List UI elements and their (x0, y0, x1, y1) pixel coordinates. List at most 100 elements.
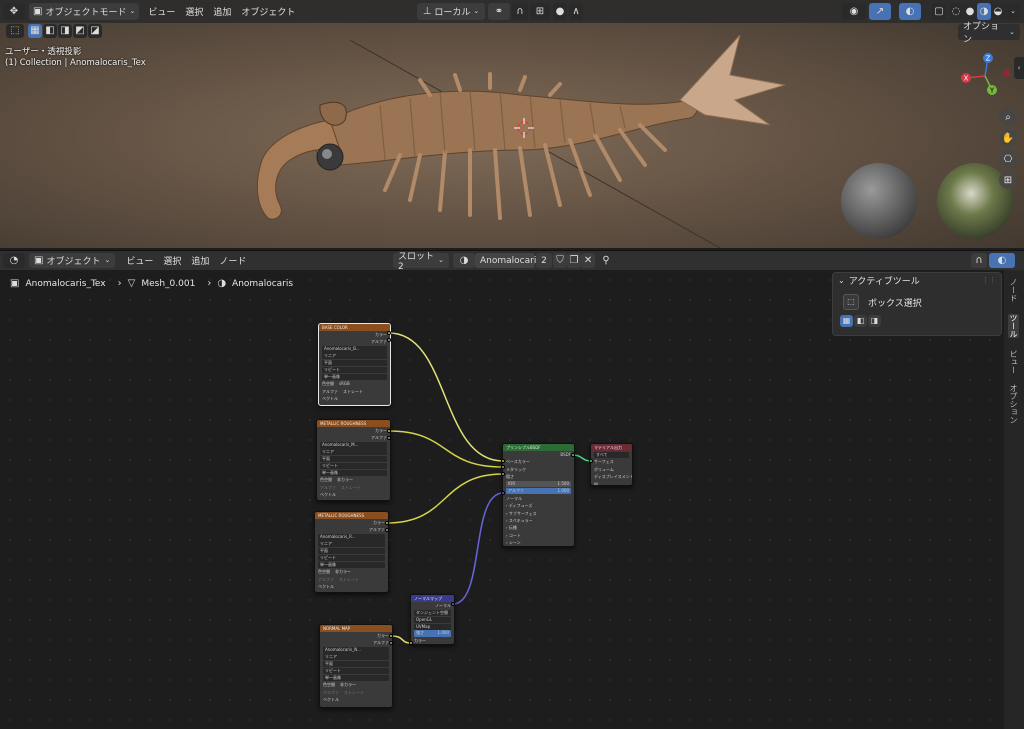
extension-dropdown[interactable]: リピート (322, 366, 387, 373)
alpha-mode-dropdown[interactable]: ストレート (343, 388, 363, 395)
uv-map-field[interactable]: UVMap (414, 623, 451, 630)
transform-orientation-dropdown[interactable]: ⊥ ローカル ⌄ (417, 3, 485, 20)
image-texture-node-base-color[interactable]: BASE COLOR カラー アルファ Anomalocaris_B... リニ… (318, 323, 391, 406)
pan-button[interactable]: ✋ (999, 129, 1017, 147)
shading-rendered-button[interactable]: ◒ (991, 3, 1005, 20)
socket-color-out[interactable] (387, 429, 391, 433)
zoom-button[interactable]: ⌕ (999, 108, 1017, 126)
socket-alpha-out[interactable] (389, 641, 393, 645)
panel-header[interactable]: ⌄ アクティブツール ⋮⋮ (833, 273, 1001, 288)
editor-type-button[interactable]: ✥ (3, 3, 25, 20)
camera-view-button[interactable]: ⎔ (999, 150, 1017, 168)
tab-node[interactable]: ノード (1008, 278, 1019, 302)
source-dropdown[interactable]: 単一画像 (323, 674, 389, 681)
node-menu-add[interactable]: 追加 (186, 254, 214, 267)
tab-options[interactable]: オプション (1008, 384, 1019, 424)
visibility-dropdown[interactable]: ◉ (842, 3, 866, 20)
unlink-material-button[interactable]: ✕ (581, 253, 595, 268)
projection-dropdown[interactable]: 平面 (322, 359, 387, 367)
socket-alpha-out[interactable] (387, 436, 391, 440)
slot-dropdown[interactable]: スロット2 ⌄ (393, 252, 449, 272)
panel-transmission[interactable]: › 伝播 (503, 524, 574, 531)
proportional-edit-toggle[interactable]: ● (553, 3, 567, 20)
snap-target-dropdown[interactable]: ⊞ (530, 3, 550, 20)
node-menu-node[interactable]: ノード (214, 254, 251, 267)
socket-color-out[interactable] (389, 634, 393, 638)
convention-dropdown[interactable]: OpenGL (414, 616, 451, 623)
panel-subsurface[interactable]: › サブサーフェス (503, 510, 574, 517)
shading-solid-button[interactable]: ● (963, 3, 977, 20)
snap-toggle[interactable]: ∩ (512, 3, 528, 20)
image-selector[interactable]: Anomalocaris_B... (322, 346, 387, 353)
image-selector[interactable]: Anomalocaris_R... (318, 534, 385, 541)
socket-alpha-out[interactable] (385, 528, 389, 532)
mode-subtract-button[interactable]: ◨ (868, 315, 881, 327)
node-menu-view[interactable]: ビュー (121, 254, 158, 267)
node-overlay-toggle[interactable]: ◐ (989, 253, 1015, 268)
projection-dropdown[interactable]: 平面 (323, 660, 389, 668)
panel-sheen[interactable]: › シーン (503, 539, 574, 546)
interpolation-dropdown[interactable]: リニア (323, 654, 389, 661)
menu-view[interactable]: ビュー (143, 5, 180, 18)
space-dropdown[interactable]: タンジェント空間 (414, 609, 451, 617)
colorspace-dropdown[interactable]: 非カラー (335, 568, 351, 575)
panel-specular[interactable]: › スペキュラー (503, 517, 574, 524)
panel-coat[interactable]: › コート (503, 532, 574, 539)
box-select-tool-button[interactable]: ⬚ (843, 294, 859, 310)
socket-color-in[interactable] (409, 641, 413, 645)
image-selector[interactable]: Anomalocaris_M... (320, 442, 387, 449)
colorspace-dropdown[interactable]: sRGB (339, 380, 350, 387)
pin-button[interactable]: ⚲ (598, 253, 614, 268)
pivot-dropdown[interactable]: ⚭ (488, 3, 510, 20)
alpha-mode-dropdown[interactable]: ストレート (339, 576, 359, 583)
node-editor-type-button[interactable]: ◔ (3, 253, 25, 268)
strength-field[interactable]: 強さ 1.000 (414, 630, 451, 637)
image-texture-node-normal[interactable]: NORMAL MAP カラー アルファ Anomalocaris_N... リニ… (319, 624, 393, 708)
extension-dropdown[interactable]: リピート (320, 462, 387, 469)
interpolation-dropdown[interactable]: リニア (322, 353, 387, 360)
select-invert-button[interactable]: ◩ (73, 24, 87, 38)
image-texture-node-roughness[interactable]: METALLIC ROUGHNESS カラー アルファ Anomalocaris… (314, 511, 389, 593)
alpha-field[interactable]: アルファ 1.000 (506, 487, 571, 495)
socket-normal-out[interactable] (451, 602, 455, 606)
extension-dropdown[interactable]: リピート (318, 554, 385, 561)
xray-toggle[interactable]: ▢ (932, 3, 946, 20)
normal-map-node[interactable]: ノーマルマップ ノーマル タンジェント空間 OpenGL UVMap 強さ 1.0… (410, 594, 455, 645)
socket-surface-in[interactable] (589, 459, 593, 463)
projection-dropdown[interactable]: 平面 (320, 455, 387, 463)
interpolation-dropdown[interactable]: リニア (320, 449, 387, 456)
select-subtract-button[interactable]: ◨ (58, 24, 72, 38)
menu-select[interactable]: 選択 (180, 5, 208, 18)
falloff-dropdown[interactable]: ∧ (569, 3, 583, 20)
ior-field[interactable]: IOR 1.500 (506, 481, 571, 488)
overlay-toggle[interactable]: ◐ (899, 3, 921, 20)
socket-roughness-in[interactable] (501, 472, 505, 476)
mode-dropdown[interactable]: ▣ オブジェクトモード ⌄ (29, 3, 140, 20)
principled-bsdf-node[interactable]: プリンシプルBSDF BSDF ベースカラー メタリック 粗さ IOR 1.500… (502, 443, 575, 547)
drag-handle-icon[interactable]: ⋮⋮ (982, 277, 996, 284)
snap-node-toggle[interactable]: ∩ (971, 253, 987, 268)
shading-material-button[interactable]: ◑ (977, 3, 991, 20)
user-count-button[interactable]: 2 (536, 253, 552, 268)
axis-gizmo[interactable]: Z X Y (955, 50, 1010, 100)
alpha-mode-dropdown[interactable]: ストレート (341, 484, 361, 491)
socket-metallic-in[interactable] (501, 465, 505, 469)
options-dropdown[interactable]: オプション ⌄ (958, 22, 1020, 45)
3d-viewport[interactable]: ✥ ▣ オブジェクトモード ⌄ ビュー 選択 追加 オブジェクト ⊥ ローカル … (0, 0, 1024, 248)
source-dropdown[interactable]: 単一画像 (318, 561, 385, 568)
alpha-mode-dropdown[interactable]: ストレート (344, 689, 364, 696)
select-tool-button[interactable]: ⬚ (6, 24, 24, 38)
panel-diffuse[interactable]: › ディフューズ (503, 502, 574, 509)
menu-add[interactable]: 追加 (208, 5, 236, 18)
select-intersect-button[interactable]: ◪ (88, 24, 102, 38)
tab-tool[interactable]: ツール (1008, 314, 1019, 338)
node-mode-dropdown[interactable]: ▣ オブジェクト ⌄ (29, 253, 116, 268)
node-menu-select[interactable]: 選択 (158, 254, 186, 267)
sidebar-toggle[interactable]: ‹ (1014, 57, 1024, 79)
socket-alpha-out[interactable] (387, 338, 391, 342)
shading-options-dropdown[interactable]: ⌄ (1006, 3, 1020, 20)
material-name-field[interactable]: Anomalocaris (475, 253, 541, 268)
material-output-node[interactable]: マテリアル出力 すべて サーフェス ボリューム ディスプレイスメント 幅 (590, 443, 633, 486)
gizmo-toggle[interactable]: ↗ (869, 3, 891, 20)
select-extend-button[interactable]: ◧ (43, 24, 57, 38)
